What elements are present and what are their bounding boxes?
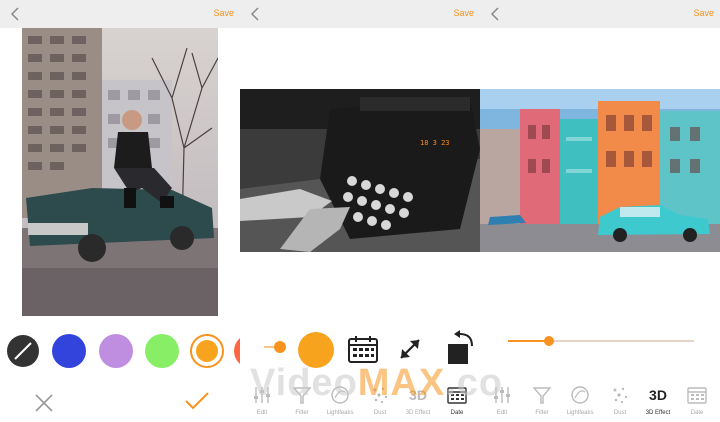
top-bar: Save (0, 0, 240, 28)
back-arrow-icon[interactable] (246, 4, 266, 24)
tab-dust[interactable]: Dust (600, 384, 640, 420)
lightleaks-icon (571, 386, 589, 404)
tab-label: Filter (535, 410, 549, 416)
tab-filter[interactable]: Filter (522, 384, 562, 420)
photo-typewriter (240, 89, 480, 252)
editor-panel-3d-effect: Save Edit Filter Lightleaks Dust 3D 3D E… (480, 0, 720, 422)
resize-arrows-icon[interactable] (398, 337, 422, 361)
tab-lightleaks[interactable]: Lightleaks (560, 384, 600, 420)
back-arrow-icon[interactable] (486, 4, 506, 24)
tab-label: 3D Effect (645, 410, 671, 416)
intensity-slider[interactable] (508, 336, 694, 346)
3d-icon: 3D (649, 387, 667, 403)
tab-label: Date (450, 410, 464, 416)
tab-label: Dust (613, 410, 627, 416)
back-arrow-icon[interactable] (6, 4, 26, 24)
tab-label: Filter (295, 410, 309, 416)
tab-label: 3D Effect (405, 410, 431, 416)
swatch-green[interactable] (145, 334, 179, 368)
swatch-none[interactable] (6, 334, 40, 368)
tab-label: Dust (373, 410, 387, 416)
tab-label: Edit (496, 410, 508, 416)
photo-colorful-street (480, 89, 720, 252)
tab-label: Lightleaks (326, 410, 354, 416)
save-button[interactable]: Save (453, 8, 474, 18)
rotate-icon[interactable] (446, 330, 476, 366)
swatch-orange[interactable] (190, 334, 224, 368)
save-button[interactable]: Save (693, 8, 714, 18)
tab-label: Edit (256, 410, 268, 416)
editor-panel-date: Save 18 3 23 Edit Filter Lightleaks Dust… (240, 0, 480, 422)
top-bar: Save (480, 0, 720, 28)
editor-panel-color: Save (0, 0, 240, 422)
calendar-icon[interactable] (347, 334, 379, 364)
filter-icon (532, 387, 552, 404)
watermark-logo: VideoMAX.co (250, 362, 504, 404)
dust-icon (613, 387, 628, 404)
top-bar: Save (240, 0, 480, 28)
tab-date[interactable]: Date (677, 384, 717, 420)
slider-fill (508, 340, 549, 342)
tab-label: Lightleaks (566, 410, 594, 416)
small-dot-toggle[interactable] (264, 340, 288, 359)
confirm-check-icon[interactable] (184, 390, 210, 412)
calendar-icon (687, 387, 707, 404)
tab-3d-effect[interactable]: 3D 3D Effect (638, 384, 678, 420)
cancel-x-icon[interactable] (33, 392, 55, 414)
swatch-blue[interactable] (52, 334, 86, 368)
save-button[interactable]: Save (213, 8, 234, 18)
date-stamp-text: 18 3 23 (420, 139, 450, 147)
swatch-purple[interactable] (99, 334, 133, 368)
tab-label: Date (690, 410, 704, 416)
slider-thumb[interactable] (543, 336, 554, 346)
photo-man-on-car (22, 28, 218, 316)
